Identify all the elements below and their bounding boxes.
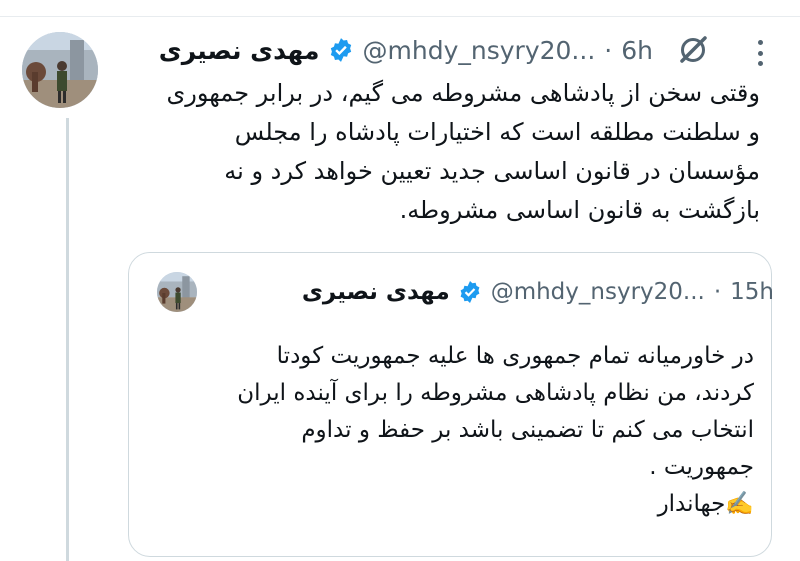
quoted-tweet-text: در خاورمیانه تمام جمهوری ها علیه جمهوریت… — [237, 343, 754, 517]
thread-line — [66, 118, 69, 561]
top-divider — [0, 0, 800, 17]
quoted-timestamp[interactable]: 15h — [730, 279, 774, 305]
quoted-avatar[interactable] — [157, 272, 197, 312]
tweet-header: مهدی نصیری @mhdy_nsyry20... · 6h — [159, 30, 653, 70]
quoted-author-handle[interactable]: @mhdy_nsyry20... — [491, 279, 705, 305]
tweet-text: وقتی سخن از پادشاهی مشروطه می گیم، در بر… — [166, 79, 760, 224]
separator-dot: · — [604, 35, 613, 65]
quoted-avatar-image — [157, 272, 197, 312]
verified-badge-icon — [460, 281, 480, 303]
verified-badge-icon — [330, 38, 351, 62]
author-handle[interactable]: @mhdy_nsyry20... — [363, 36, 596, 65]
grok-slash-icon[interactable] — [675, 32, 711, 68]
author-name[interactable]: مهدی نصیری — [159, 36, 320, 65]
timestamp[interactable]: 6h — [621, 36, 653, 65]
quoted-tweet-header: مهدی نصیری @mhdy_nsyry20... · 15h — [302, 274, 774, 310]
more-options-icon[interactable] — [748, 40, 772, 66]
avatar[interactable] — [22, 32, 98, 108]
avatar-image — [22, 32, 98, 108]
quoted-author-name[interactable]: مهدی نصیری — [302, 279, 450, 305]
quoted-separator-dot: · — [713, 279, 722, 305]
